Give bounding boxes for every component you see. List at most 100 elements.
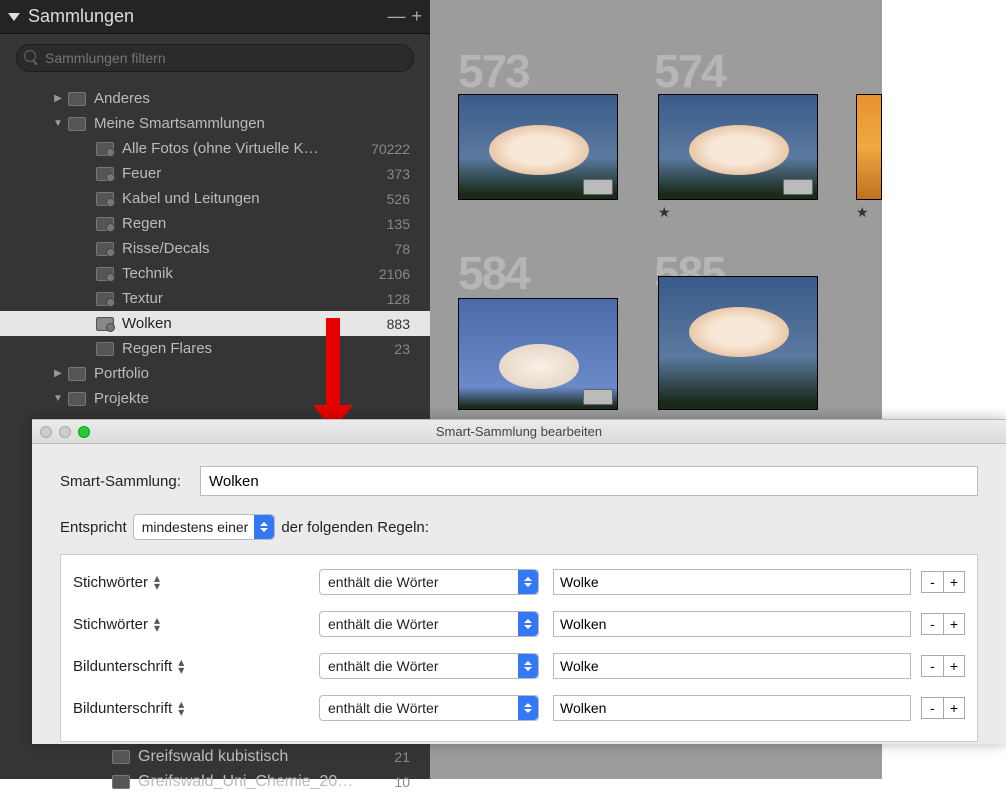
collection-row[interactable]: Greifswald kubistisch21: [0, 744, 430, 769]
collection-count: 21: [394, 749, 410, 765]
collection-label: Technik: [122, 265, 379, 282]
rule-row: Stichwörter▴▾enthält die Wörter -+: [73, 611, 965, 637]
collection-icon: [112, 775, 130, 789]
smart-collection-icon: [96, 217, 114, 231]
add-rule-button[interactable]: +: [943, 655, 965, 677]
disclosure-triangle-icon[interactable]: [52, 393, 64, 404]
name-label: Smart-Sammlung:: [60, 473, 200, 490]
collection-label: Anderes: [94, 90, 410, 107]
collection-row[interactable]: Technik2106: [0, 261, 430, 286]
rule-row: Stichwörter▴▾enthält die Wörter -+: [73, 569, 965, 595]
dialog-title: Smart-Sammlung bearbeiten: [32, 424, 1006, 439]
disclosure-triangle-icon[interactable]: [52, 93, 64, 104]
add-collection-button[interactable]: +: [411, 6, 422, 27]
add-rule-button[interactable]: +: [943, 571, 965, 593]
thumbnail[interactable]: [658, 276, 818, 410]
minimize-button[interactable]: —: [387, 6, 405, 27]
match-select[interactable]: mindestens einer: [133, 514, 276, 540]
collection-label: Regen: [122, 215, 387, 232]
collection-row[interactable]: Regen135: [0, 211, 430, 236]
panel-header[interactable]: Sammlungen — +: [0, 0, 430, 34]
rule-row: Bildunterschrift▴▾enthält die Wörter -+: [73, 653, 965, 679]
remove-rule-button[interactable]: -: [921, 613, 943, 635]
collection-label: Wolken: [122, 315, 387, 332]
collection-label: Feuer: [122, 165, 387, 182]
rule-field-select[interactable]: Bildunterschrift▴▾: [73, 658, 319, 675]
smart-collection-dialog: Smart-Sammlung bearbeiten Smart-Sammlung…: [32, 419, 1006, 744]
rule-value-input[interactable]: [553, 611, 911, 637]
collection-count: 883: [387, 316, 410, 332]
collection-row[interactable]: Greifswald_Uni_Chemie_20…10: [0, 769, 430, 794]
badge-icon: [783, 179, 813, 195]
collection-label: Alle Fotos (ohne Virtuelle K…: [122, 140, 371, 157]
collection-count: 70222: [371, 141, 410, 157]
smart-collection-icon: [96, 267, 114, 281]
disclosure-triangle-icon[interactable]: [52, 118, 64, 129]
sort-icon: ▴▾: [154, 616, 160, 632]
collection-row[interactable]: Feuer373: [0, 161, 430, 186]
thumbnail[interactable]: [458, 298, 618, 410]
thumbnail[interactable]: [458, 94, 618, 200]
thumbnail[interactable]: [856, 94, 882, 200]
rule-field-select[interactable]: Bildunterschrift▴▾: [73, 700, 319, 717]
collection-row[interactable]: Textur128: [0, 286, 430, 311]
collection-label: Kabel und Leitungen: [122, 190, 387, 207]
remove-rule-button[interactable]: -: [921, 697, 943, 719]
remove-rule-button[interactable]: -: [921, 655, 943, 677]
collection-row[interactable]: Risse/Decals78: [0, 236, 430, 261]
collection-row[interactable]: Kabel und Leitungen526: [0, 186, 430, 211]
collection-row[interactable]: Regen Flares23: [0, 336, 430, 361]
collection-count: 373: [387, 166, 410, 182]
collection-count: 526: [387, 191, 410, 207]
collection-row[interactable]: Anderes: [0, 86, 430, 111]
collection-icon: [68, 367, 86, 381]
sort-icon: ▴▾: [178, 700, 184, 716]
collection-row[interactable]: Alle Fotos (ohne Virtuelle K…70222: [0, 136, 430, 161]
match-post-label: der folgenden Regeln:: [281, 519, 429, 536]
collection-row[interactable]: Wolken883: [0, 311, 430, 336]
rules-container: Stichwörter▴▾enthält die Wörter-+Stichwö…: [60, 554, 978, 742]
annotation-arrow: [326, 318, 340, 410]
rule-field-select[interactable]: Stichwörter▴▾: [73, 574, 319, 591]
add-rule-button[interactable]: +: [943, 697, 965, 719]
collection-count: 23: [394, 341, 410, 357]
sort-icon: ▴▾: [178, 658, 184, 674]
collection-name-input[interactable]: [200, 466, 978, 496]
disclosure-triangle-icon[interactable]: [52, 368, 64, 379]
rule-value-input[interactable]: [553, 653, 911, 679]
thumbnail[interactable]: [658, 94, 818, 200]
collection-icon: [68, 92, 86, 106]
smart-collection-icon: [96, 142, 114, 156]
collection-count: 2106: [379, 266, 410, 282]
rule-field-select[interactable]: Stichwörter▴▾: [73, 616, 319, 633]
star-icon[interactable]: ★: [658, 204, 671, 221]
collection-count: 128: [387, 291, 410, 307]
rule-operator-select[interactable]: enthält die Wörter: [319, 653, 539, 679]
select-arrows-icon: [518, 612, 538, 636]
rule-operator-select[interactable]: enthält die Wörter: [319, 695, 539, 721]
search-input[interactable]: [16, 44, 414, 72]
match-pre-label: Entspricht: [60, 519, 127, 536]
rule-value-input[interactable]: [553, 695, 911, 721]
select-arrows-icon: [518, 696, 538, 720]
rule-value-input[interactable]: [553, 569, 911, 595]
search-icon: [24, 50, 36, 62]
star-icon[interactable]: ★: [856, 204, 869, 221]
collection-icon: [68, 117, 86, 131]
collection-row[interactable]: Portfolio: [0, 361, 430, 386]
remove-rule-button[interactable]: -: [921, 571, 943, 593]
collection-label: Regen Flares: [122, 340, 394, 357]
smart-collection-icon: [96, 167, 114, 181]
smart-collection-icon: [96, 292, 114, 306]
dialog-titlebar[interactable]: Smart-Sammlung bearbeiten: [32, 420, 1006, 444]
collection-row[interactable]: Projekte: [0, 386, 430, 411]
rule-operator-select[interactable]: enthält die Wörter: [319, 611, 539, 637]
collection-label: Risse/Decals: [122, 240, 394, 257]
collection-count: 10: [394, 774, 410, 790]
add-rule-button[interactable]: +: [943, 613, 965, 635]
select-arrows-icon: [254, 515, 274, 539]
chevron-down-icon: [8, 13, 20, 21]
rule-operator-select[interactable]: enthält die Wörter: [319, 569, 539, 595]
collection-label: Textur: [122, 290, 387, 307]
collection-row[interactable]: Meine Smartsammlungen: [0, 111, 430, 136]
